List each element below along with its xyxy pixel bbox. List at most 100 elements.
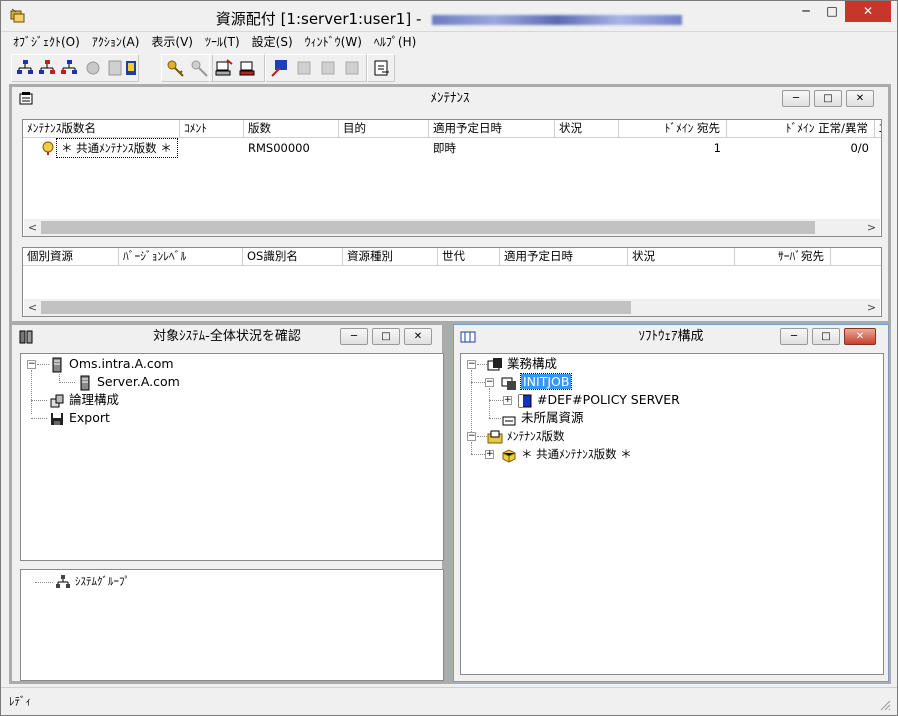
computer-distribute-icon[interactable] [214,58,234,78]
disabled-a-icon[interactable] [294,58,314,78]
maximize-button[interactable]: □ [819,1,845,22]
system-group-tree[interactable]: ｼｽﾃﾑｸﾞﾙｰﾌﾟ [20,569,444,681]
col-header[interactable]: ﾒﾝﾃﾅﾝｽ版数名 [23,120,180,138]
disabled-doc-icon[interactable] [105,58,125,78]
tree-node-export[interactable]: Export [49,409,110,427]
system-maximize-button[interactable]: □ [372,328,400,345]
system-tree[interactable]: − Oms.intra.A.com Server.A.com 論理構成 Expo… [20,353,444,561]
tree-line [31,400,47,401]
software-maximize-button[interactable]: □ [812,328,840,345]
scroll-left-arrow[interactable]: < [24,299,41,316]
expand-toggle[interactable]: − [467,432,476,441]
key-icon[interactable] [166,58,186,78]
menu-tool[interactable]: ﾂｰﾙ(T) [199,32,246,52]
menu-bar: ｵﾌﾞｼﾞｪｸﾄ(O) ｱｸｼｮﾝ(A) 表示(V) ﾂｰﾙ(T) 設定(S) ｳｨﾝﾄﾞ… [1,32,897,52]
title-bar: 資源配付 [1:server1:user1] - ─ □ ✕ [1,1,897,32]
expand-toggle[interactable]: − [27,360,36,369]
tree-node-oms[interactable]: Oms.intra.A.com [49,355,174,373]
scroll-thumb[interactable] [41,221,815,234]
table-row[interactable]: ＊ 共通ﾒﾝﾃﾅﾝｽ版数 ＊ RMS00000 即時 1 0/0 [23,138,881,158]
col-header[interactable]: 個別資源 [23,248,119,266]
col-header[interactable]: 適用予定日時 [429,120,555,138]
tree-node-policy-server[interactable]: #DEF#POLICY SERVER [517,391,680,409]
export-icon[interactable] [372,58,392,78]
col-header[interactable]: ｴ [875,120,881,138]
row-comment [180,139,244,157]
tree-red-icon[interactable] [37,58,57,78]
resource-hscroll[interactable]: < > [24,299,880,316]
maintenance-grid[interactable]: ﾒﾝﾃﾅﾝｽ版数名 ｺﾒﾝﾄ 版数 目的 適用予定日時 状況 ﾄﾞﾒｲﾝ 宛先 … [22,119,882,237]
col-header[interactable]: OS識別名 [243,248,343,266]
resource-grid[interactable]: 個別資源 ﾊﾞｰｼﾞｮﾝﾚﾍﾞﾙ OS識別名 資源種別 世代 適用予定日時 状況… [22,247,882,317]
software-close-button[interactable]: ✕ [844,328,876,345]
register-icon[interactable] [270,58,290,78]
col-header[interactable]: ｻｰﾊﾞ宛先 [735,248,831,266]
maintenance-maximize-button[interactable]: □ [814,90,842,107]
menu-settings[interactable]: 設定(S) [246,32,299,52]
tree-node-business[interactable]: 業務構成 [487,355,557,373]
system-minimize-button[interactable]: ─ [340,328,368,345]
tree-node-logical[interactable]: 論理構成 [49,391,119,409]
software-minimize-button[interactable]: ─ [780,328,808,345]
col-header[interactable]: ﾊﾞｰｼﾞｮﾝﾚﾍﾞﾙ [119,248,243,266]
col-header[interactable]: 資源種別 [343,248,438,266]
close-button[interactable]: ✕ [845,1,891,22]
expand-toggle[interactable]: + [503,396,512,405]
system-tree-icon[interactable] [15,58,35,78]
tree-line [489,400,503,401]
scroll-thumb[interactable] [41,301,631,314]
software-window: ｿﾌﾄｳｪｱ構成 ─ □ ✕ − 業務構成 − INITJOB + #DEF#P… [453,324,889,682]
tree-node-server[interactable]: Server.A.com [77,373,180,391]
book-icon[interactable] [124,58,138,78]
tree-node-common-version[interactable]: ＊ 共通ﾒﾝﾃﾅﾝｽ版数 ＊ [501,445,632,463]
toolbar-group-5 [367,54,395,82]
system-close-button[interactable]: ✕ [404,328,432,345]
menu-help[interactable]: ﾍﾙﾌﾟ(H) [368,32,422,52]
software-tree[interactable]: − 業務構成 − INITJOB + #DEF#POLICY SERVER 未所… [460,353,884,675]
tree-node-initjob[interactable]: INITJOB [501,373,573,391]
col-header[interactable]: 世代 [438,248,500,266]
expand-toggle[interactable]: − [485,378,494,387]
maintenance-grid-header: ﾒﾝﾃﾅﾝｽ版数名 ｺﾒﾝﾄ 版数 目的 適用予定日時 状況 ﾄﾞﾒｲﾝ 宛先 … [23,120,881,138]
policy-server-icon [518,394,532,407]
tree-node-system-group[interactable]: ｼｽﾃﾑｸﾞﾙｰﾌﾟ [55,573,130,591]
col-header[interactable]: 状況 [555,120,619,138]
disabled-b-icon[interactable] [318,58,338,78]
scroll-right-arrow[interactable]: > [863,219,880,236]
menu-object[interactable]: ｵﾌﾞｼﾞｪｸﾄ(O) [7,32,86,52]
col-header[interactable]: 状況 [628,248,735,266]
tree-mixed-icon[interactable] [59,58,79,78]
tree-line [471,442,472,454]
expand-toggle[interactable]: − [467,360,476,369]
menu-window[interactable]: ｳｨﾝﾄﾞｳ(W) [299,32,368,52]
disabled-tool-icon[interactable] [83,58,103,78]
menu-view[interactable]: 表示(V) [145,32,199,52]
expand-toggle[interactable]: + [485,450,494,459]
scroll-right-arrow[interactable]: > [863,299,880,316]
status-bar: ﾚﾃﾞｨ [1,687,897,715]
key-disabled-icon[interactable] [190,58,210,78]
col-header[interactable]: ﾄﾞﾒｲﾝ 正常/異常 [727,120,875,138]
maintenance-version-icon [42,141,54,155]
col-header[interactable]: 目的 [339,120,429,138]
col-header[interactable]: 適用予定日時 [500,248,628,266]
tree-line [477,436,487,437]
floppy-icon [51,412,63,425]
maintenance-close-button[interactable]: ✕ [846,90,874,107]
tree-node-maintenance-versions[interactable]: ﾒﾝﾃﾅﾝｽ版数 [487,427,565,445]
unassigned-resource-icon [502,416,516,425]
col-header[interactable]: ﾄﾞﾒｲﾝ 宛先 [619,120,727,138]
col-header[interactable]: 版数 [244,120,339,138]
maintenance-minimize-button[interactable]: ─ [782,90,810,107]
minimize-button[interactable]: ─ [793,1,819,22]
job-icon [501,377,516,390]
menu-action[interactable]: ｱｸｼｮﾝ(A) [86,32,146,52]
tree-line [31,418,47,419]
computer-collect-icon[interactable] [238,58,258,78]
tree-node-unassigned[interactable]: 未所属資源 [501,409,584,427]
col-header[interactable]: ｺﾒﾝﾄ [180,120,244,138]
disabled-c-icon[interactable] [342,58,362,78]
scroll-left-arrow[interactable]: < [24,219,41,236]
resize-grip-icon[interactable] [879,699,891,711]
maintenance-hscroll[interactable]: < > [24,219,880,236]
